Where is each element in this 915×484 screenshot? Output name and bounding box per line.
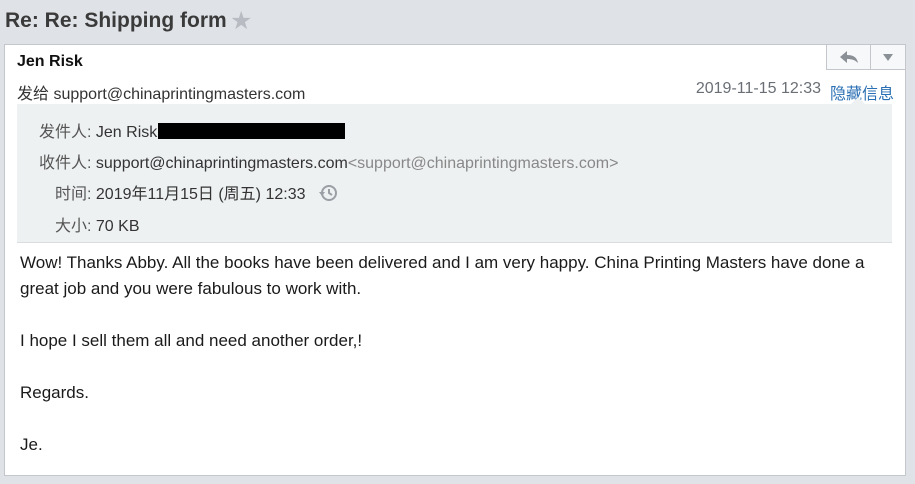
size-value: 70 KB xyxy=(95,218,140,235)
body-paragraph: I hope I sell them all and need another … xyxy=(20,331,363,350)
time-label: 时间: xyxy=(55,186,92,203)
more-button[interactable] xyxy=(870,45,905,69)
chevron-down-icon xyxy=(883,54,893,61)
body-paragraph: Regards. xyxy=(20,383,89,402)
size-row: 大小: 70 KB xyxy=(55,212,140,236)
body-paragraph: Je. xyxy=(20,435,43,454)
to-address: <support@chinaprintingmasters.com> xyxy=(347,155,619,172)
time-value: 2019年11月15日 (周五) 12:33 xyxy=(95,186,306,203)
body-paragraph: Wow! Thanks Abby. All the books have bee… xyxy=(20,253,865,298)
from-label: 发件人: xyxy=(39,124,92,141)
action-buttons xyxy=(826,44,906,70)
sendto-address: support@chinaprintingmasters.com xyxy=(53,86,306,103)
details-caret xyxy=(851,97,865,104)
sendto-label: 发给 xyxy=(17,86,50,103)
from-row: 发件人: Jen Risk xyxy=(39,118,346,142)
to-label: 收件人: xyxy=(39,155,92,172)
size-label: 大小: xyxy=(55,218,92,235)
email-date: 2019-11-15 12:33 xyxy=(695,80,821,97)
time-row: 时间: 2019年11月15日 (周五) 12:33 xyxy=(55,180,338,207)
to-value[interactable]: support@chinaprintingmasters.com xyxy=(96,155,348,172)
reply-icon xyxy=(839,51,858,63)
sender-name: Jen Risk xyxy=(17,53,83,70)
email-panel: Jen Risk 发给 support@chinaprintingmasters… xyxy=(4,44,906,476)
redaction-bar xyxy=(158,123,346,139)
reply-button[interactable] xyxy=(827,45,870,69)
sendto-line: 发给 support@chinaprintingmasters.com xyxy=(17,80,305,104)
subject-bar: Re: Re: Shipping form ★ xyxy=(0,0,915,44)
star-icon[interactable]: ★ xyxy=(230,6,252,36)
to-row: 收件人: support@chinaprintingmasters.com<su… xyxy=(39,149,618,173)
details-panel: 发件人: Jen Risk 收件人: support@chinaprinting… xyxy=(17,97,892,243)
email-subject: Re: Re: Shipping form xyxy=(5,9,227,32)
email-body: Wow! Thanks Abby. All the books have bee… xyxy=(20,250,890,484)
history-icon[interactable] xyxy=(318,184,338,207)
from-value: Jen Risk xyxy=(95,124,158,141)
